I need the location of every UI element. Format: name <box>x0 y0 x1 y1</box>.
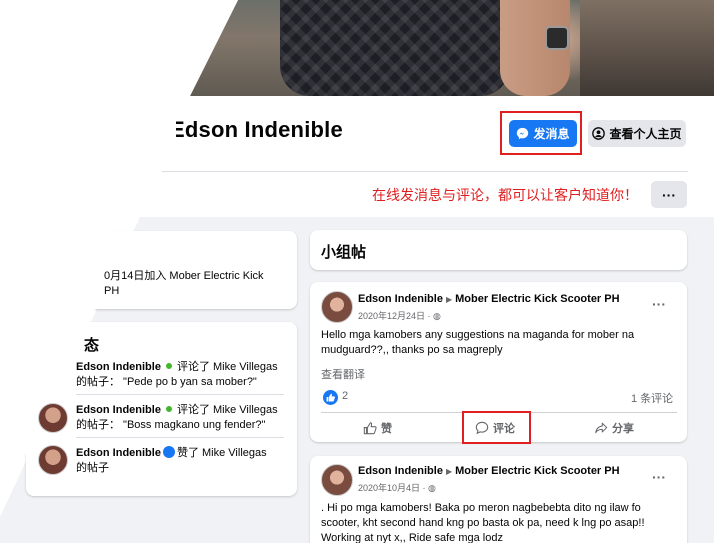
comment-button-label: 评论 <box>493 423 515 435</box>
like-reaction-icon <box>323 390 338 405</box>
comment-icon <box>475 421 489 435</box>
avatar[interactable] <box>321 291 353 323</box>
post-text: Hello mga kamobers any suggestions na ma… <box>321 328 677 358</box>
post-more-button[interactable]: ··· <box>652 296 666 312</box>
cover-photo-scenery <box>580 0 714 96</box>
globe-icon: ◍ <box>433 311 441 321</box>
share-button[interactable]: 分享 <box>594 420 634 436</box>
post-text-line: scooter, kht second hand kng po basta ok… <box>321 517 645 529</box>
like-badge-icon <box>162 446 175 458</box>
activity-detail: 的帖子 <box>76 462 109 474</box>
post-text-line: Working at nyt x,, Ride safe mga lodz <box>321 532 503 543</box>
post-text-line: Hello mga kamobers any suggestions na ma… <box>321 329 635 341</box>
activity-detail: 的帖子： "Boss magkano ung fender?" <box>76 419 266 431</box>
activity-detail: 的帖子： "Pede po b yan sa mober?" <box>76 376 257 388</box>
post-date-line: 2020年12月24日 · ◍ <box>358 309 441 322</box>
activity-title: 态 <box>84 337 100 354</box>
like-button-label: 赞 <box>381 423 392 435</box>
group-posts-header-card <box>310 230 687 270</box>
activity-item[interactable]: Edson Indenible 赞了 Mike Villegas 的帖子 <box>76 446 286 476</box>
post-date[interactable]: 2020年10月4日 · <box>358 483 428 493</box>
post-author-line: Edson Indenible ▶ Mober Electric Kick Scoo… <box>358 465 620 477</box>
activity-actor[interactable]: Edson Indenible <box>76 404 161 416</box>
messenger-icon <box>517 127 529 140</box>
post-text: . Hi po mga kamobers! Baka po meron nagb… <box>321 501 677 543</box>
comment-count[interactable]: 1 条评论 <box>631 390 673 406</box>
globe-icon: ◍ <box>428 483 436 493</box>
view-profile-label: 查看个人主页 <box>609 127 682 141</box>
joined-group-text: 0月14日加入 Mober Electric Kick PH <box>104 269 289 299</box>
activity-verb: 评论了 Mike Villegas <box>176 361 278 373</box>
post-author-line: Edson Indenible ▶ Mober Electric Kick Scoo… <box>358 293 620 305</box>
share-icon <box>595 422 608 434</box>
caret-right-icon: ▶ <box>445 295 453 304</box>
cover-photo-person-vest <box>280 0 510 96</box>
post-more-button[interactable]: ··· <box>652 469 666 485</box>
comment-badge-icon <box>162 360 175 372</box>
thumbs-up-icon <box>363 422 377 435</box>
comment-button[interactable]: 评论 <box>475 420 515 436</box>
annotation-text: 在线发消息与评论，都可以让客户知道你！ <box>372 188 638 204</box>
post-author[interactable]: Edson Indenible <box>358 293 443 305</box>
post-text-line: . Hi po mga kamobers! Baka po meron nagb… <box>321 502 641 514</box>
post-group[interactable]: Mober Electric Kick Scooter PH <box>455 465 619 477</box>
post-group[interactable]: Mober Electric Kick Scooter PH <box>455 293 619 305</box>
activity-actor[interactable]: Edson Indenible <box>76 361 161 373</box>
activity-divider <box>76 394 284 395</box>
share-button-label: 分享 <box>612 423 634 435</box>
activity-item[interactable]: Edson Indenible 评论了 Mike Villegas 的帖子： "B… <box>76 403 286 433</box>
wristwatch-icon <box>545 26 569 50</box>
avatar[interactable] <box>38 403 68 433</box>
profile-name: Edson Indenible <box>170 117 343 142</box>
avatar[interactable] <box>38 445 68 475</box>
thumbs-up-icon <box>326 393 335 402</box>
joined-line-1: 0月14日加入 Mober Electric Kick <box>104 270 264 282</box>
user-circle-icon <box>592 127 606 140</box>
cover-photo <box>0 0 714 96</box>
see-translation-link[interactable]: 查看翻译 <box>321 366 365 382</box>
post-author[interactable]: Edson Indenible <box>358 465 443 477</box>
view-profile-button[interactable]: 查看个人主页 <box>588 120 686 147</box>
header-divider <box>162 171 688 172</box>
post-text-line: mudguard??,, thanks po sa magreply <box>321 344 503 356</box>
activity-actor[interactable]: Edson Indenible <box>76 447 161 459</box>
group-posts-title: 小组帖 <box>321 244 367 261</box>
activity-item[interactable]: Edson Indenible 评论了 Mike Villegas 的帖子： "P… <box>76 360 286 390</box>
more-options-button[interactable]: ··· <box>651 181 687 208</box>
message-button[interactable]: 发消息 <box>509 120 577 147</box>
post-date-line: 2020年10月4日 · ◍ <box>358 481 436 494</box>
comment-badge-icon <box>162 403 175 415</box>
message-button-label: 发消息 <box>533 127 570 141</box>
caret-right-icon: ▶ <box>445 467 453 476</box>
activity-verb: 赞了 Mike Villegas <box>176 447 267 459</box>
joined-line-2: PH <box>104 285 120 297</box>
like-button[interactable]: 赞 <box>363 420 392 436</box>
activity-verb: 评论了 Mike Villegas <box>176 404 278 416</box>
post-date[interactable]: 2020年12月24日 · <box>358 311 433 321</box>
avatar[interactable] <box>321 464 353 496</box>
activity-divider <box>76 437 284 438</box>
like-count[interactable]: 2 <box>342 390 348 402</box>
